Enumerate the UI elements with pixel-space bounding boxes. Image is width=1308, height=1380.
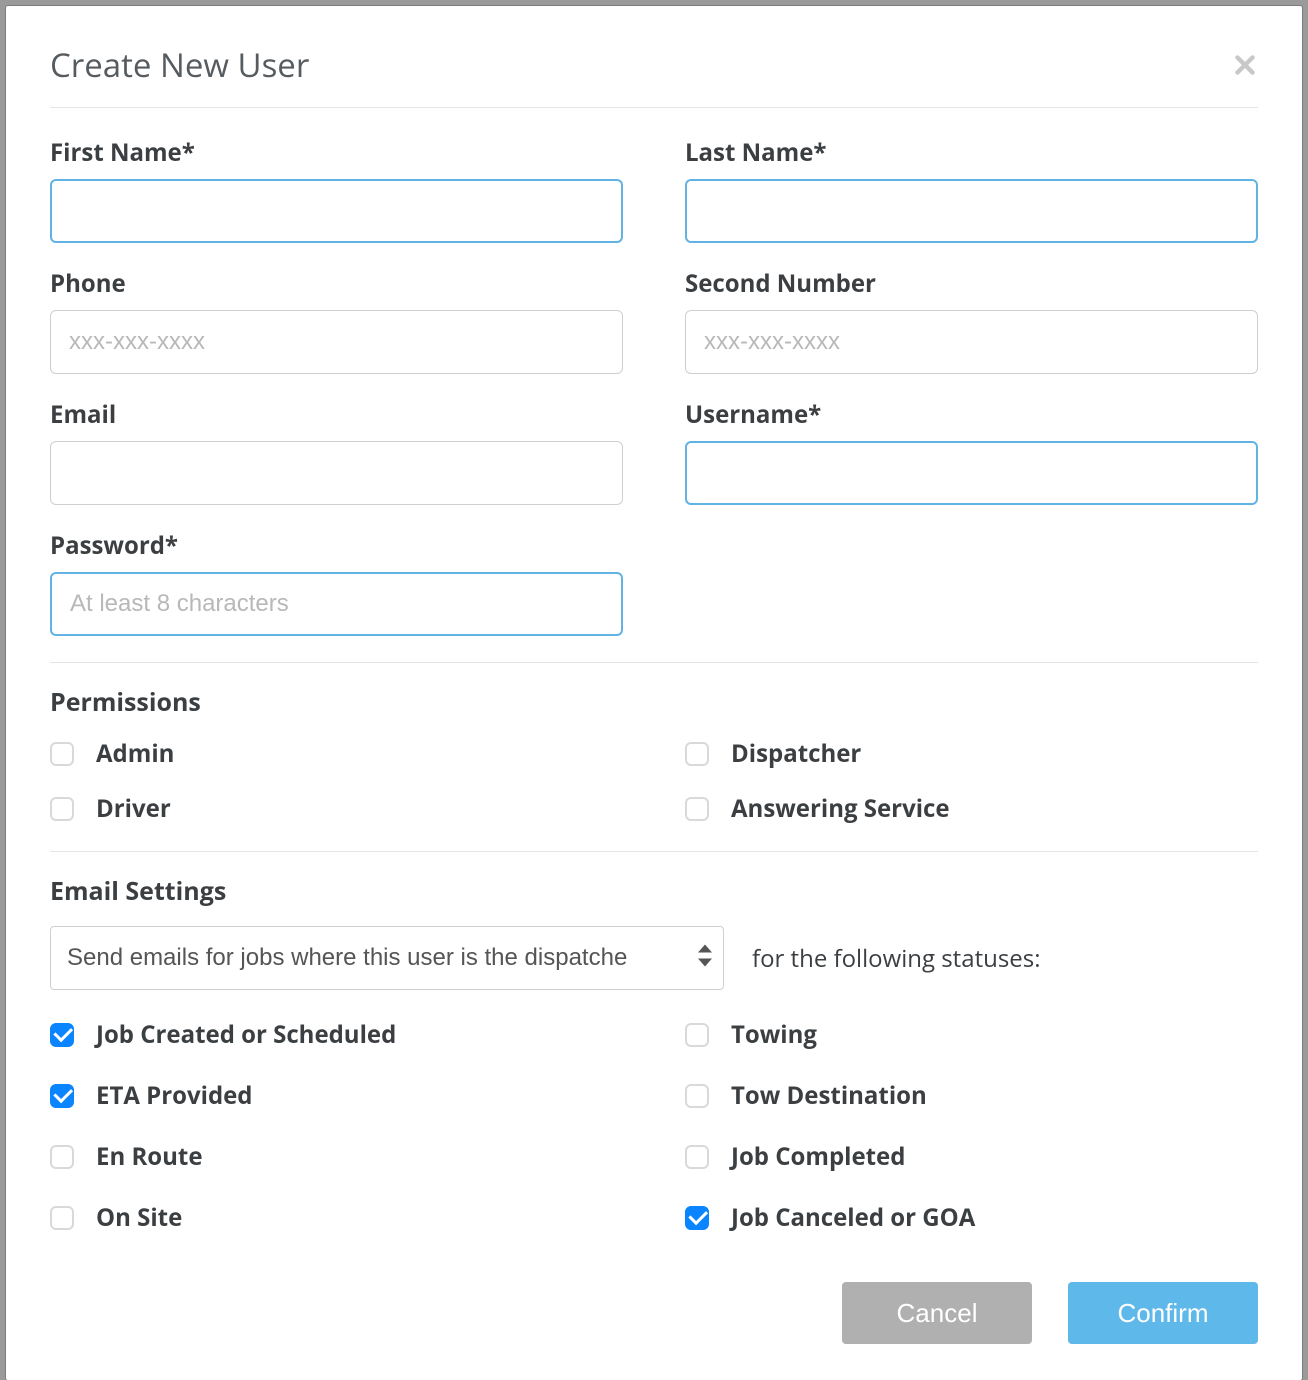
form-grid: First Name* Last Name* Phone Second Numb… xyxy=(50,136,1258,636)
status-label: Tow Destination xyxy=(731,1079,927,1112)
field-username: Username* xyxy=(685,398,1258,505)
password-input[interactable] xyxy=(50,572,623,636)
modal-footer: Cancel Confirm xyxy=(50,1282,1258,1344)
permissions-grid: Admin Dispatcher Driver Answering Servic… xyxy=(50,737,1258,825)
phone-input[interactable] xyxy=(50,310,623,374)
status-label: On Site xyxy=(96,1201,182,1234)
field-email: Email xyxy=(50,398,623,505)
label-password: Password* xyxy=(50,529,623,562)
perm-label: Driver xyxy=(96,792,171,825)
field-phone: Phone xyxy=(50,267,623,374)
perm-answering-service: Answering Service xyxy=(685,792,1258,825)
status-label: Job Created or Scheduled xyxy=(96,1018,396,1051)
first-name-input[interactable] xyxy=(50,179,623,243)
email-settings-row: for the following statuses: xyxy=(50,926,1258,990)
status-label: En Route xyxy=(96,1140,203,1173)
status-label: ETA Provided xyxy=(96,1079,253,1112)
field-second-number: Second Number xyxy=(685,267,1258,374)
label-second-number: Second Number xyxy=(685,267,1258,300)
checkbox-job-canceled[interactable] xyxy=(685,1206,709,1230)
checkbox-answering-service[interactable] xyxy=(685,797,709,821)
checkbox-admin[interactable] xyxy=(50,742,74,766)
modal-header: Create New User xyxy=(50,42,1258,108)
label-last-name: Last Name* xyxy=(685,136,1258,169)
perm-label: Answering Service xyxy=(731,792,950,825)
divider xyxy=(50,662,1258,663)
last-name-input[interactable] xyxy=(685,179,1258,243)
perm-driver: Driver xyxy=(50,792,623,825)
status-job-completed: Job Completed xyxy=(685,1140,1258,1173)
checkbox-dispatcher[interactable] xyxy=(685,742,709,766)
checkbox-en-route[interactable] xyxy=(50,1145,74,1169)
status-job-created: Job Created or Scheduled xyxy=(50,1018,623,1051)
checkbox-driver[interactable] xyxy=(50,797,74,821)
create-user-modal: Create New User First Name* Last Name* P… xyxy=(6,6,1302,1380)
field-first-name: First Name* xyxy=(50,136,623,243)
perm-label: Dispatcher xyxy=(731,737,861,770)
email-input[interactable] xyxy=(50,441,623,505)
label-first-name: First Name* xyxy=(50,136,623,169)
checkbox-job-created[interactable] xyxy=(50,1023,74,1047)
email-scope-select[interactable] xyxy=(50,926,724,990)
status-tow-destination: Tow Destination xyxy=(685,1079,1258,1112)
permissions-title: Permissions xyxy=(50,685,1258,719)
field-password: Password* xyxy=(50,529,623,636)
checkbox-eta-provided[interactable] xyxy=(50,1084,74,1108)
email-settings-title: Email Settings xyxy=(50,874,1258,908)
field-last-name: Last Name* xyxy=(685,136,1258,243)
perm-label: Admin xyxy=(96,737,174,770)
username-input[interactable] xyxy=(685,441,1258,505)
status-towing: Towing xyxy=(685,1018,1258,1051)
perm-admin: Admin xyxy=(50,737,623,770)
close-button[interactable] xyxy=(1232,52,1258,78)
label-username: Username* xyxy=(685,398,1258,431)
status-grid: Job Created or Scheduled Towing ETA Prov… xyxy=(50,1018,1258,1234)
checkbox-on-site[interactable] xyxy=(50,1206,74,1230)
close-icon xyxy=(1232,52,1258,78)
status-en-route: En Route xyxy=(50,1140,623,1173)
perm-dispatcher: Dispatcher xyxy=(685,737,1258,770)
status-on-site: On Site xyxy=(50,1201,623,1234)
checkbox-tow-destination[interactable] xyxy=(685,1084,709,1108)
checkbox-job-completed[interactable] xyxy=(685,1145,709,1169)
second-number-input[interactable] xyxy=(685,310,1258,374)
label-email: Email xyxy=(50,398,623,431)
email-settings-suffix: for the following statuses: xyxy=(752,942,1041,975)
status-label: Job Completed xyxy=(731,1140,905,1173)
status-eta-provided: ETA Provided xyxy=(50,1079,623,1112)
status-label: Job Canceled or GOA xyxy=(731,1201,975,1234)
label-phone: Phone xyxy=(50,267,623,300)
modal-title: Create New User xyxy=(50,42,309,87)
confirm-button[interactable]: Confirm xyxy=(1068,1282,1258,1344)
status-job-canceled: Job Canceled or GOA xyxy=(685,1201,1258,1234)
cancel-button[interactable]: Cancel xyxy=(842,1282,1032,1344)
divider xyxy=(50,851,1258,852)
status-label: Towing xyxy=(731,1018,817,1051)
email-scope-select-wrap xyxy=(50,926,724,990)
checkbox-towing[interactable] xyxy=(685,1023,709,1047)
